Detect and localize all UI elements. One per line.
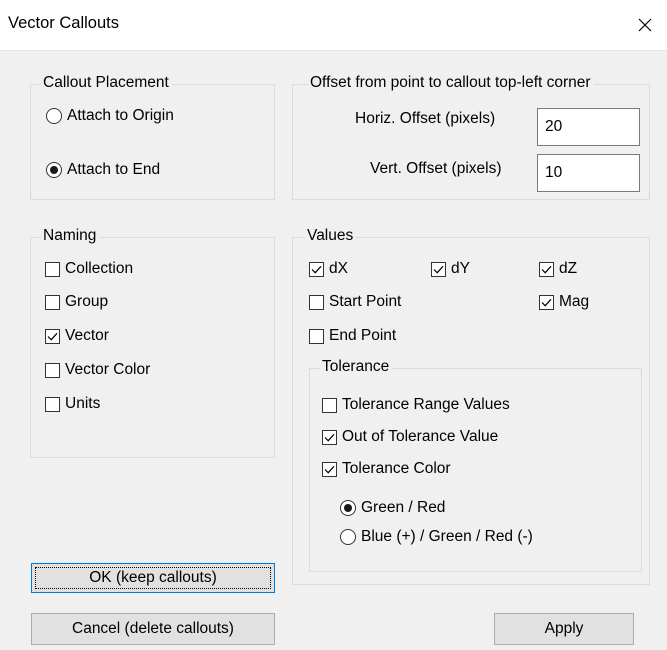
checkbox-label: Tolerance Range Values <box>342 396 510 413</box>
title-bar: Vector Callouts <box>0 0 667 51</box>
cancel-delete-callouts-button[interactable]: Cancel (delete callouts) <box>31 613 275 645</box>
naming-group-checkbox[interactable]: Group <box>45 293 108 311</box>
checkbox-label: End Point <box>329 327 397 344</box>
checkbox-box[interactable] <box>309 328 324 344</box>
naming-units-checkbox[interactable]: Units <box>45 395 100 413</box>
check-icon <box>47 332 58 341</box>
mag-checkbox[interactable]: Mag <box>539 293 589 311</box>
radio-circle[interactable] <box>46 162 62 178</box>
checkbox-label: Vector <box>65 327 109 344</box>
checkbox-label: Group <box>65 293 109 310</box>
naming-legend: Naming <box>41 227 100 245</box>
checkbox-box[interactable] <box>309 294 324 310</box>
check-icon <box>433 265 444 274</box>
attach-to-end-radio[interactable]: Attach to End <box>46 161 160 179</box>
checkbox-box[interactable] <box>539 294 554 310</box>
check-icon <box>324 465 335 474</box>
callout-placement-group: Callout Placement <box>30 74 275 200</box>
checkbox-box[interactable] <box>45 362 60 378</box>
checkbox-box[interactable] <box>45 328 60 344</box>
dy-checkbox[interactable]: dY <box>431 260 470 278</box>
callout-placement-legend: Callout Placement <box>41 74 172 92</box>
tolerance-color-checkbox[interactable]: Tolerance Color <box>322 460 451 478</box>
checkbox-box[interactable] <box>322 461 337 477</box>
window-title: Vector Callouts <box>8 14 119 32</box>
naming-collection-checkbox[interactable]: Collection <box>45 260 133 278</box>
checkbox-box[interactable] <box>309 261 324 277</box>
start-point-checkbox[interactable]: Start Point <box>309 293 401 311</box>
horiz-offset-label: Horiz. Offset (pixels) <box>355 110 496 127</box>
close-icon <box>638 18 652 32</box>
apply-button-label: Apply <box>544 620 584 637</box>
checkbox-box[interactable] <box>45 294 60 310</box>
radio-circle[interactable] <box>46 108 62 124</box>
radio-circle[interactable] <box>340 500 356 516</box>
checkbox-box[interactable] <box>45 261 60 277</box>
focus-rectangle <box>35 567 271 589</box>
out-of-tolerance-checkbox[interactable]: Out of Tolerance Value <box>322 428 498 446</box>
tolerance-legend: Tolerance <box>320 358 393 376</box>
cancel-button-label: Cancel (delete callouts) <box>72 620 234 637</box>
blue-green-red-radio[interactable]: Blue (+) / Green / Red (-) <box>340 528 533 546</box>
checkbox-label: Tolerance Color <box>342 460 451 477</box>
check-icon <box>541 298 552 307</box>
checkbox-label: Start Point <box>329 293 402 310</box>
checkbox-box[interactable] <box>45 396 60 412</box>
naming-vector-checkbox[interactable]: Vector <box>45 327 109 345</box>
checkbox-box[interactable] <box>539 261 554 277</box>
checkbox-label: Collection <box>65 260 134 277</box>
offset-legend: Offset from point to callout top-left co… <box>308 74 594 92</box>
checkbox-label: dX <box>329 260 348 277</box>
checkbox-label: dY <box>451 260 470 277</box>
check-icon <box>324 433 335 442</box>
apply-button[interactable]: Apply <box>494 613 634 645</box>
check-icon <box>541 265 552 274</box>
green-red-radio[interactable]: Green / Red <box>340 499 445 517</box>
attach-to-origin-radio[interactable]: Attach to Origin <box>46 107 174 125</box>
close-button[interactable] <box>623 0 667 50</box>
check-icon <box>311 265 322 274</box>
vert-offset-label: Vert. Offset (pixels) <box>370 160 502 177</box>
dz-checkbox[interactable]: dZ <box>539 260 577 278</box>
tolerance-range-values-checkbox[interactable]: Tolerance Range Values <box>322 396 510 414</box>
vert-offset-input[interactable]: 10 <box>537 154 640 192</box>
checkbox-box[interactable] <box>431 261 446 277</box>
end-point-checkbox[interactable]: End Point <box>309 327 396 345</box>
ok-keep-callouts-button[interactable]: OK (keep callouts) <box>31 563 275 593</box>
checkbox-label: Units <box>65 395 101 412</box>
radio-label: Attach to End <box>67 161 161 178</box>
horiz-offset-input[interactable]: 20 <box>537 108 640 146</box>
radio-circle[interactable] <box>340 529 356 545</box>
checkbox-label: dZ <box>559 260 578 277</box>
dx-checkbox[interactable]: dX <box>309 260 348 278</box>
checkbox-box[interactable] <box>322 429 337 445</box>
checkbox-label: Out of Tolerance Value <box>342 428 499 445</box>
checkbox-label: Vector Color <box>65 361 151 378</box>
naming-vector-color-checkbox[interactable]: Vector Color <box>45 361 150 379</box>
checkbox-label: Mag <box>559 293 590 310</box>
radio-label: Attach to Origin <box>67 107 174 124</box>
radio-label: Blue (+) / Green / Red (-) <box>361 528 533 545</box>
radio-label: Green / Red <box>361 499 446 516</box>
values-legend: Values <box>305 227 357 245</box>
checkbox-box[interactable] <box>322 397 337 413</box>
